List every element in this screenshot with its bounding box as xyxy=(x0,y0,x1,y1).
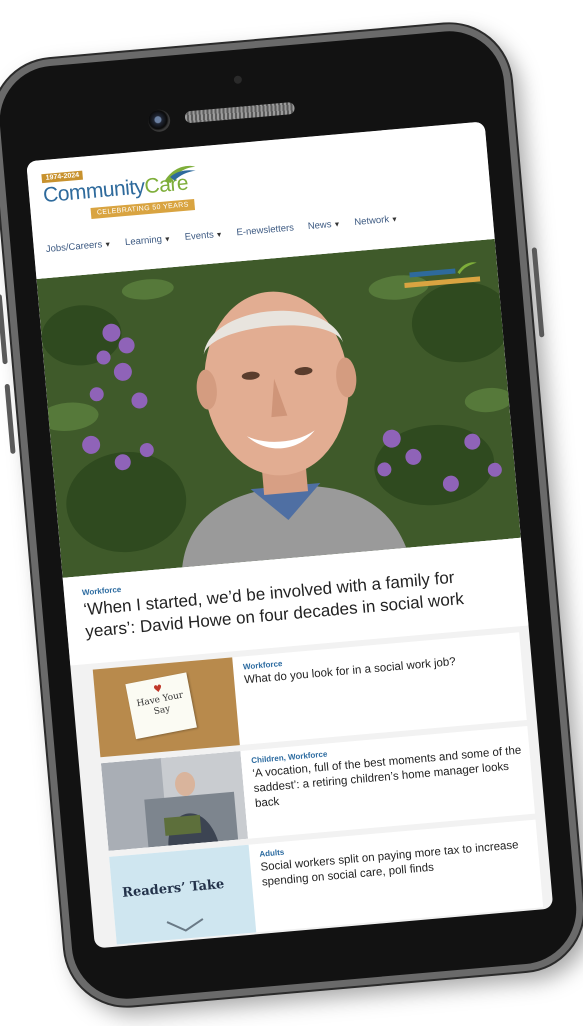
community-care-logo[interactable]: 1974-2024 CommunityCare CELEBRATING 50 Y… xyxy=(41,159,215,230)
nav-news[interactable]: News▼ xyxy=(307,218,341,232)
chevron-down-icon: ▼ xyxy=(163,236,172,244)
nav-e-newsletters[interactable]: E-newsletters xyxy=(236,222,294,238)
nav-label: Jobs/Careers xyxy=(45,239,103,256)
nav-events[interactable]: Events▼ xyxy=(184,229,224,243)
chevron-down-icon: ▼ xyxy=(215,231,224,240)
chevron-down-icon xyxy=(166,918,204,932)
nav-label: E-newsletters xyxy=(236,222,295,239)
phone-volume-up-button xyxy=(0,294,8,365)
have-your-say-note: ♥ Have Your Say xyxy=(125,672,197,740)
story-thumbnail: Readers’ Take xyxy=(109,844,257,945)
nav-learning[interactable]: Learning▼ xyxy=(125,233,172,248)
story-thumbnail: ♥ Have Your Say xyxy=(92,657,240,758)
nav-label: News xyxy=(307,219,333,233)
nav-label: Events xyxy=(184,229,215,243)
nav-jobs-careers[interactable]: Jobs/Careers▼ xyxy=(45,238,111,255)
phone-volume-down-button xyxy=(4,383,16,454)
phone-screen: 1974-2024 CommunityCare CELEBRATING 50 Y… xyxy=(26,121,554,949)
phone-mockup: 1974-2024 CommunityCare CELEBRATING 50 Y… xyxy=(0,19,583,1011)
chevron-down-icon: ▼ xyxy=(333,221,341,229)
lead-story-image[interactable] xyxy=(36,238,521,578)
nav-label: Learning xyxy=(124,233,163,249)
story-thumbnail xyxy=(100,751,249,851)
seated-man-photo xyxy=(100,751,249,851)
phone-power-button xyxy=(531,247,545,338)
chevron-down-icon: ▼ xyxy=(104,241,112,249)
chevron-down-icon: ▼ xyxy=(390,216,399,224)
nav-label: Network xyxy=(353,214,390,229)
story-text: Children, Workforce ‘A vocation, full of… xyxy=(251,733,525,812)
portrait-photo xyxy=(36,238,521,578)
story-text: Adults Social workers split on paying mo… xyxy=(259,826,532,890)
nav-network[interactable]: Network▼ xyxy=(354,213,399,228)
logo-swoosh-icon xyxy=(164,165,196,183)
